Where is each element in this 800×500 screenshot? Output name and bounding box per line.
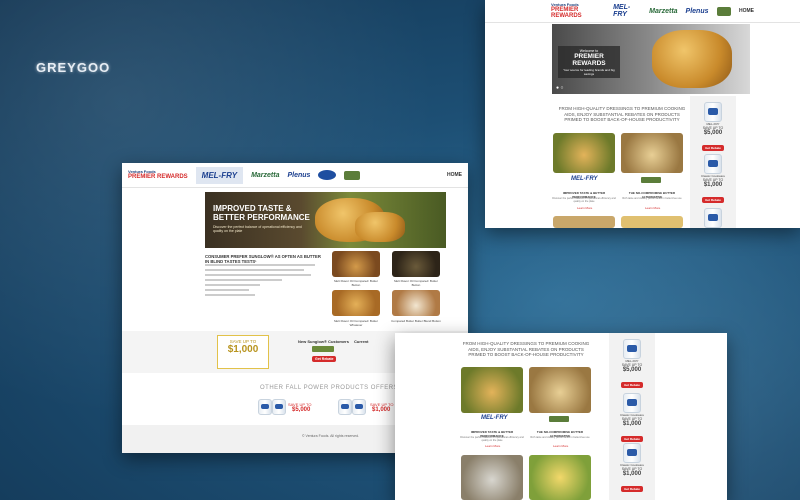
bottomright-tile-text-1: Discover the perfect balance of operatio… bbox=[460, 436, 524, 442]
hero-title-1: IMPROVED TASTE & bbox=[213, 204, 292, 213]
side-card-3-button[interactable]: Get Rebate bbox=[621, 486, 643, 492]
nav-logo-crest[interactable] bbox=[344, 170, 361, 180]
offer-can-4 bbox=[352, 399, 366, 415]
side-card-2: Classic Cookware SAVE UP TO $1,000 Get R… bbox=[609, 413, 655, 445]
side-can-1 bbox=[704, 102, 722, 122]
center-photo-1 bbox=[332, 251, 380, 277]
bottomright-tile-brand-1: MEL-FRY bbox=[481, 415, 508, 421]
topright-hero: Welcome to PREMIER REWARDS Your source f… bbox=[552, 24, 750, 94]
center-hero: IMPROVED TASTE & BETTER PERFORMANCE Disc… bbox=[205, 192, 446, 248]
center-caption-3: Melt Flavor Oil Compared: Butter Whateve… bbox=[334, 319, 378, 327]
side-can-3 bbox=[623, 443, 641, 463]
side-can-3 bbox=[704, 208, 722, 228]
topright-tile-photo-4 bbox=[621, 216, 683, 228]
rebate-col-title: New Sunglow® Customers bbox=[298, 339, 349, 344]
home-link[interactable]: HOME bbox=[739, 8, 754, 14]
offer-1-amount: $5,000 bbox=[292, 407, 311, 413]
brand-main: PREMIER REWARDS bbox=[128, 174, 188, 180]
topright-tile-text-2: Rich taste and creamy performance in but… bbox=[622, 197, 682, 200]
side-card-1-button[interactable]: Get Rebate bbox=[621, 382, 643, 388]
bottomright-tile-photo-1 bbox=[461, 367, 523, 413]
brand-logo[interactable]: Ventura Foods PREMIER REWARDS bbox=[128, 170, 188, 181]
offer-can-2 bbox=[272, 399, 286, 415]
side-card-1: MEL-FRY SAVE UP TO $5,000 Get Rebate bbox=[690, 122, 736, 154]
side-card-2-amount: $1,000 bbox=[622, 421, 642, 427]
nav-logo-plenus[interactable]: Plenus bbox=[287, 172, 310, 179]
bottomright-sidebar: MEL-FRY SAVE UP TO $5,000 Get Rebate Cla… bbox=[609, 333, 655, 500]
hero-box: Welcome to PREMIER REWARDS Your source f… bbox=[558, 46, 620, 78]
bottomright-headline: FROM HIGH-QUALITY DRESSINGS TO PREMIUM C… bbox=[462, 341, 590, 358]
hero-food-image-2 bbox=[355, 212, 405, 242]
side-card-1-amount: $5,000 bbox=[703, 130, 723, 136]
side-card-3: Classic Cookware SAVE UP TO $1,000 Get R… bbox=[609, 463, 655, 495]
center-photo-4 bbox=[392, 290, 440, 316]
topright-tile-crest-2 bbox=[641, 177, 661, 183]
center-caption-2: Melt Flavor Oil Compared: Butter Button bbox=[394, 279, 438, 287]
other-offers-heading: OTHER FALL POWER PRODUCTS OFFERS bbox=[260, 385, 399, 391]
bottomright-tile-photo-4 bbox=[529, 455, 591, 500]
hero-title: PREMIER REWARDS bbox=[572, 53, 606, 67]
offer-can-1 bbox=[258, 399, 272, 415]
rebate-box: SAVE UP TO $1,000 bbox=[217, 335, 269, 369]
watermark-logo: GREYGOO bbox=[36, 60, 111, 75]
center-caption-4: Compared Butter Butter Blend Button bbox=[391, 319, 441, 323]
side-can-2 bbox=[623, 393, 641, 413]
bottom-right-screenshot: FROM HIGH-QUALITY DRESSINGS TO PREMIUM C… bbox=[395, 333, 727, 500]
topright-tile-photo-2 bbox=[621, 133, 683, 173]
bottomright-tile-photo-2 bbox=[529, 367, 591, 413]
nav-logo-oval[interactable] bbox=[318, 170, 337, 180]
center-photo-3 bbox=[332, 290, 380, 316]
nav-logo-marzetta[interactable]: Marzetta bbox=[251, 172, 279, 179]
side-card-2-amount: $1,000 bbox=[703, 182, 723, 188]
side-can-1 bbox=[623, 339, 641, 359]
offer-2-amount: $1,000 bbox=[372, 407, 391, 413]
bottomright-tile-link-1[interactable]: Learn More bbox=[485, 444, 500, 448]
hero-subtitle: Your source for leading brands and big s… bbox=[563, 68, 615, 76]
topright-tile-photo-3 bbox=[553, 216, 615, 228]
topright-tile-text-1: Discover the perfect balance of operatio… bbox=[552, 197, 616, 203]
side-card-1: MEL-FRY SAVE UP TO $5,000 Get Rebate bbox=[609, 359, 655, 391]
topright-nav: Ventura Foods PREMIER REWARDS MEL-FRY Ma… bbox=[485, 0, 800, 23]
center-nav: Ventura Foods PREMIER REWARDS MEL-FRY Ma… bbox=[122, 163, 468, 188]
home-link[interactable]: HOME bbox=[447, 172, 462, 178]
carousel-dots[interactable]: ● ○ bbox=[556, 85, 563, 91]
topright-tile-link-1[interactable]: Learn More bbox=[577, 206, 592, 210]
rebate-col-logo bbox=[312, 346, 334, 352]
side-can-2 bbox=[704, 154, 722, 174]
side-card-2-button[interactable]: Get Rebate bbox=[621, 436, 643, 442]
side-card-2: Classic Cookware SAVE UP TO $1,000 Get R… bbox=[690, 174, 736, 206]
topright-sidebar: MEL-FRY SAVE UP TO $5,000 Get Rebate Cla… bbox=[690, 96, 736, 228]
bottomright-tile-text-2: Rich taste and creamy performance in but… bbox=[530, 436, 590, 439]
center-photo-2 bbox=[392, 251, 440, 277]
topright-tile-link-2[interactable]: Learn More bbox=[645, 206, 660, 210]
nav-logo-melfry[interactable]: MEL-FRY bbox=[195, 166, 244, 184]
bottomright-tile-link-2[interactable]: Learn More bbox=[553, 444, 568, 448]
top-right-screenshot: Ventura Foods PREMIER REWARDS MEL-FRY Ma… bbox=[485, 0, 800, 228]
bottomright-tile-crest-2 bbox=[549, 416, 569, 422]
side-card-1-button[interactable]: Get Rebate bbox=[702, 145, 724, 151]
nav-logo-plenus[interactable]: Plenus bbox=[686, 8, 709, 15]
rebate-amount: $1,000 bbox=[227, 344, 259, 355]
nav-logo-marzetta[interactable]: Marzetta bbox=[649, 8, 677, 15]
topright-headline: FROM HIGH-QUALITY DRESSINGS TO PREMIUM C… bbox=[558, 106, 686, 123]
offer-can-3 bbox=[338, 399, 352, 415]
brand-main: PREMIER REWARDS bbox=[551, 7, 582, 19]
rebate-col2-title: Current bbox=[354, 339, 369, 344]
brand-logo[interactable]: Ventura Foods PREMIER REWARDS bbox=[551, 3, 605, 20]
topright-tile-photo-1 bbox=[553, 133, 615, 173]
hero-subtitle: Discover the perfect balance of operatio… bbox=[213, 225, 302, 233]
nav-logo-crest[interactable] bbox=[716, 6, 731, 16]
footer-text: © Ventura Foods. All rights reserved. bbox=[302, 434, 360, 438]
rebate-get-button[interactable]: Get Rebate bbox=[312, 356, 337, 362]
side-card-1-amount: $5,000 bbox=[622, 367, 642, 373]
nav-logo-melfry[interactable]: MEL-FRY bbox=[613, 4, 641, 18]
side-card-3-amount: $1,000 bbox=[622, 471, 642, 477]
topright-tile-brand-1: MEL-FRY bbox=[571, 176, 598, 182]
center-caption-1: Melt Flavor Oil Compared: Butter Button bbox=[334, 279, 378, 287]
side-card-2-button[interactable]: Get Rebate bbox=[702, 197, 724, 203]
bottomright-tile-photo-3 bbox=[461, 455, 523, 500]
hero-title-2: BETTER PERFORMANCE bbox=[213, 213, 310, 222]
hero-food-image bbox=[652, 30, 732, 88]
body-text-lines bbox=[205, 261, 315, 299]
